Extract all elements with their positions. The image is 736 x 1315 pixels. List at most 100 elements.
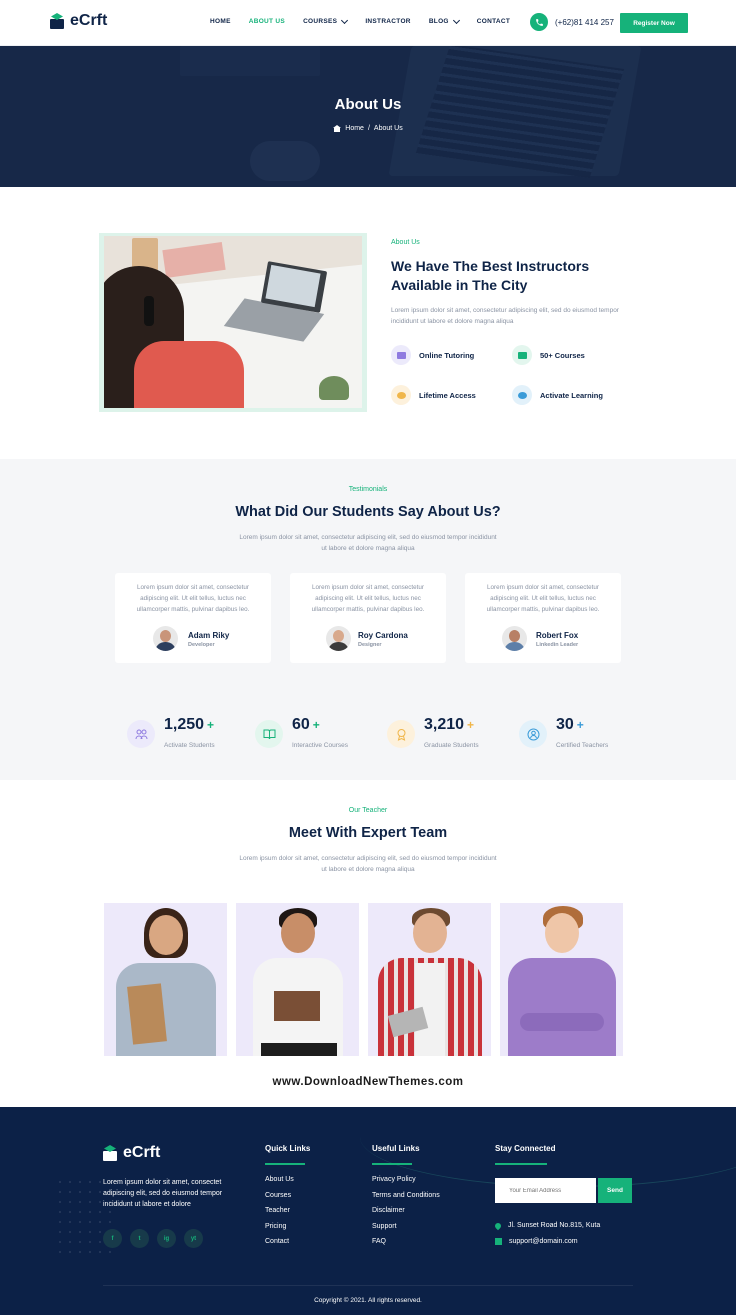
- testimonial-name: Robert Fox: [536, 631, 579, 640]
- feature-label: Lifetime Access: [419, 390, 476, 400]
- header-phone[interactable]: (+62)81 414 257: [530, 13, 614, 31]
- logo-text: eCrft: [70, 12, 108, 29]
- testimonial-name: Roy Cardona: [358, 631, 408, 640]
- home-icon: [333, 125, 342, 132]
- quick-links-list: About Us Courses Teacher Pricing Contact: [265, 1176, 294, 1254]
- stat-plus: +: [207, 718, 215, 732]
- useful-links-title: Useful Links: [372, 1144, 420, 1153]
- heading-underline: [495, 1163, 547, 1165]
- team-member-photo[interactable]: [104, 903, 227, 1056]
- stat-value: 30: [556, 716, 574, 733]
- testimonial-card: Lorem ipsum dolor sit amet, consectetur …: [115, 573, 271, 663]
- feature-label: Activate Learning: [540, 390, 603, 400]
- testimonial-text: Lorem ipsum dolor sit amet, consectetur …: [136, 584, 250, 613]
- heading-underline: [372, 1163, 412, 1165]
- testimonial-role: Linkedin Leader: [536, 642, 579, 648]
- location-pin-icon: [493, 1221, 503, 1230]
- address-text: Jl. Sunset Road No.815, Kuta: [508, 1222, 601, 1229]
- footer-link-disclaimer[interactable]: Disclaimer: [372, 1207, 440, 1223]
- breadcrumb-home[interactable]: Home: [345, 125, 364, 132]
- footer-link-terms[interactable]: Terms and Conditions: [372, 1192, 440, 1208]
- footer-link-faq[interactable]: FAQ: [372, 1238, 440, 1254]
- stat-label: Graduate Students: [424, 742, 479, 749]
- instagram-icon[interactable]: ig: [157, 1229, 176, 1248]
- twitter-icon[interactable]: t: [130, 1229, 149, 1248]
- hero-overlay: [0, 46, 736, 187]
- feature-courses: 50+ Courses: [512, 345, 585, 365]
- stat-value: 3,210: [424, 716, 465, 733]
- nav-instractor[interactable]: INSTRACTOR: [365, 18, 411, 25]
- nav-courses[interactable]: COURSES: [303, 16, 349, 25]
- people-icon: [512, 385, 532, 405]
- feature-lifetime-access: Lifetime Access: [391, 385, 476, 405]
- phone-number: (+62)81 414 257: [555, 17, 614, 27]
- page-title: About Us: [334, 96, 402, 113]
- monitor-icon: [391, 345, 411, 365]
- footer-divider: [103, 1285, 633, 1286]
- nav-about-us[interactable]: ABOUT US: [249, 18, 285, 25]
- stat-number: 1,250 +: [164, 716, 214, 734]
- avatar: [153, 626, 178, 651]
- footer-link-courses[interactable]: Courses: [265, 1192, 294, 1208]
- feature-online-tutoring: Online Tutoring: [391, 345, 474, 365]
- heading-underline: [265, 1163, 305, 1165]
- testimonial-role: Designer: [358, 642, 382, 648]
- register-button[interactable]: Register Now: [620, 13, 688, 33]
- footer-link-support[interactable]: Support: [372, 1223, 440, 1239]
- about-image: [104, 236, 362, 408]
- nav-label: ABOUT US: [248, 18, 286, 25]
- stat-label: Interactive Courses: [292, 742, 348, 749]
- stat-number: 60 +: [292, 716, 320, 734]
- site-footer: eCrft Lorem ipsum dolor sit amet, consec…: [0, 1107, 736, 1315]
- logo-icon: [50, 13, 64, 29]
- footer-description: Lorem ipsum dolor sit amet, consectet ad…: [103, 1179, 223, 1208]
- team-heading: Meet With Expert Team: [288, 825, 448, 841]
- chevron-down-icon: [341, 16, 349, 24]
- team-member-photo[interactable]: [236, 903, 359, 1056]
- breadcrumb-separator: /: [367, 125, 370, 132]
- testimonials-description: Lorem ipsum dolor sit amet, consectetur …: [239, 534, 497, 552]
- footer-link-about-us[interactable]: About Us: [265, 1176, 294, 1192]
- feature-label: 50+ Courses: [540, 350, 585, 360]
- testimonials-heading: What Did Our Students Say About Us?: [235, 504, 501, 520]
- avatar: [502, 626, 527, 651]
- facebook-icon[interactable]: f: [103, 1229, 122, 1248]
- footer-email[interactable]: support@domain.com: [495, 1238, 578, 1245]
- nav-label: INSTRACTOR: [365, 18, 411, 25]
- stat-plus: +: [576, 718, 584, 732]
- newsletter-send-button[interactable]: Send: [598, 1178, 632, 1203]
- logo[interactable]: eCrft: [50, 12, 107, 30]
- email-text: support@domain.com: [509, 1238, 578, 1245]
- footer-link-contact[interactable]: Contact: [265, 1238, 294, 1254]
- feature-label: Online Tutoring: [419, 350, 475, 360]
- about-heading: We Have The Best Instructors Available i…: [391, 258, 590, 293]
- about-description: Lorem ipsum dolor sit amet, consectetur …: [391, 307, 619, 325]
- stat-plus: +: [312, 718, 320, 732]
- newsletter-email-input[interactable]: [495, 1178, 596, 1203]
- team-subtitle: Our Teacher: [348, 807, 388, 814]
- footer-link-privacy-policy[interactable]: Privacy Policy: [372, 1176, 440, 1192]
- footer-logo[interactable]: eCrft: [103, 1144, 160, 1162]
- stay-connected-title: Stay Connected: [495, 1144, 556, 1153]
- award-icon: [387, 720, 415, 748]
- phone-icon: [530, 13, 548, 31]
- team-member-photo[interactable]: [368, 903, 491, 1056]
- youtube-icon[interactable]: yt: [184, 1229, 203, 1248]
- nav-contact[interactable]: CONTACT: [477, 18, 510, 25]
- logo-text: eCrft: [123, 1144, 161, 1161]
- stat-number: 3,210 +: [424, 716, 474, 734]
- testimonial-name: Adam Riky: [188, 631, 230, 640]
- nav-label: CONTACT: [476, 18, 511, 25]
- team-member-photo[interactable]: [500, 903, 623, 1056]
- users-icon: [391, 385, 411, 405]
- testimonial-text: Lorem ipsum dolor sit amet, consectetur …: [486, 584, 600, 613]
- footer-link-pricing[interactable]: Pricing: [265, 1223, 294, 1239]
- stat-plus: +: [467, 718, 475, 732]
- testimonial-role: Developer: [188, 642, 215, 648]
- nav-home[interactable]: HOME: [210, 18, 231, 25]
- nav-blog[interactable]: BLOG: [429, 16, 460, 25]
- footer-link-teacher[interactable]: Teacher: [265, 1207, 294, 1223]
- testimonials-subtitle: Testimonials: [348, 486, 388, 493]
- stat-value: 60: [292, 716, 310, 733]
- nav-label: COURSES: [303, 18, 338, 25]
